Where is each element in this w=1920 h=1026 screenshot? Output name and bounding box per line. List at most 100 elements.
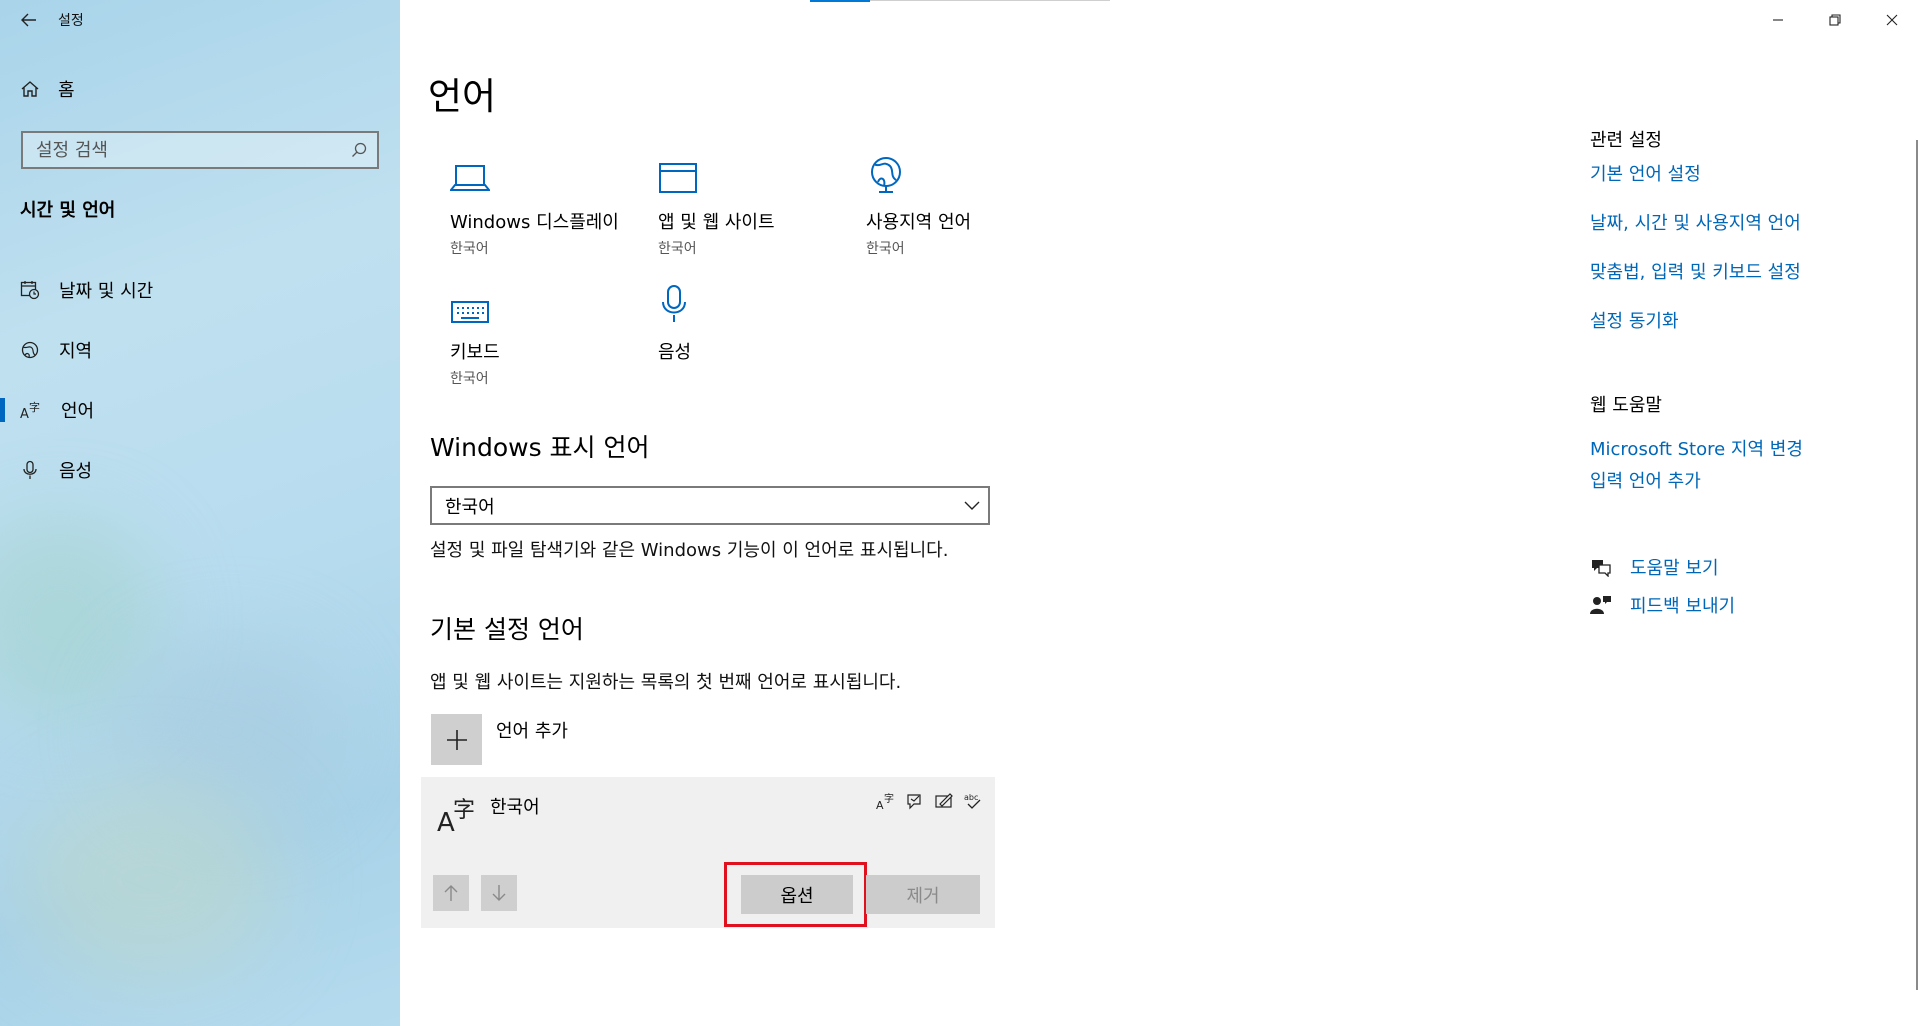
feedback-link[interactable]: 피드백 보내기 <box>1590 592 1735 618</box>
tile-regional-format[interactable]: 사용지역 언어 한국어 <box>866 150 1066 258</box>
home-icon <box>21 81 39 97</box>
tile-label: 음성 <box>658 342 692 363</box>
language-name: 한국어 <box>490 797 540 818</box>
move-up-button[interactable] <box>433 875 469 911</box>
tile-sub: 한국어 <box>866 241 905 257</box>
sidebar-item-label: 지역 <box>59 341 93 362</box>
back-arrow-icon <box>21 13 36 27</box>
link-store-region[interactable]: Microsoft Store 지역 변경 <box>1590 435 1803 461</box>
svg-text:字: 字 <box>29 400 40 414</box>
close-icon <box>1886 14 1897 26</box>
language-card-korean[interactable]: A字 한국어 A字 abc 옵션 제거 <box>421 777 995 928</box>
app-title: 설정 <box>58 13 84 29</box>
sidebar: 설정 홈 시간 및 언어 날짜 및 시간 지역 A字 언어 음성 <box>0 0 400 1026</box>
home-label: 홈 <box>58 80 75 101</box>
arrow-up-icon <box>444 885 458 901</box>
minimize-icon <box>1772 19 1783 21</box>
window-icon <box>659 163 697 193</box>
add-language-button[interactable]: 언어 추가 <box>431 714 568 765</box>
display-language-heading: Windows 표시 언어 <box>430 433 650 462</box>
svg-text:字: 字 <box>884 792 894 805</box>
tile-sub: 한국어 <box>450 241 489 257</box>
sidebar-item-label: 날짜 및 시간 <box>59 281 154 302</box>
language-icon: A字 <box>20 400 40 420</box>
preferred-language-description: 앱 및 웹 사이트는 지원하는 목록의 첫 번째 언어로 표시됩니다. <box>430 672 902 693</box>
restore-button[interactable] <box>1806 0 1863 40</box>
home-button[interactable]: 홈 <box>20 76 75 102</box>
minimize-button[interactable] <box>1749 0 1806 40</box>
help-chat-icon <box>1592 560 1611 577</box>
web-help-heading: 웹 도움말 <box>1590 395 1662 416</box>
svg-text:abc: abc <box>964 793 978 802</box>
link-date-time-region[interactable]: 날짜, 시간 및 사용지역 언어 <box>1590 209 1801 235</box>
window-controls <box>1749 0 1920 40</box>
remove-button[interactable]: 제거 <box>866 875 980 914</box>
related-settings-heading: 관련 설정 <box>1590 130 1662 151</box>
chevron-down-icon <box>964 501 980 510</box>
microphone-icon <box>662 285 686 322</box>
add-language-label: 언어 추가 <box>496 721 568 742</box>
calendar-clock-icon <box>20 281 40 300</box>
globe-icon <box>871 157 901 193</box>
tile-speech[interactable]: 음성 <box>658 280 858 368</box>
title-bar: 설정 <box>0 0 84 40</box>
top-divider <box>870 0 1110 1</box>
display-language-icon: A字 <box>876 792 894 811</box>
sidebar-item-label: 음성 <box>59 461 93 482</box>
link-basic-language-settings[interactable]: 기본 언어 설정 <box>1590 160 1701 186</box>
language-icon: A字 <box>437 798 475 835</box>
svg-text:A: A <box>876 799 884 811</box>
sidebar-item-region[interactable]: 지역 <box>0 320 400 380</box>
sidebar-item-language[interactable]: A字 언어 <box>0 380 400 440</box>
display-language-value: 한국어 <box>445 496 495 518</box>
options-button[interactable]: 옵션 <box>741 875 853 914</box>
sidebar-item-speech[interactable]: 음성 <box>0 440 400 500</box>
language-features: A字 abc <box>876 791 983 811</box>
sidebar-item-label: 언어 <box>61 401 95 422</box>
arrow-down-icon <box>492 885 506 901</box>
main-content: 언어 Windows 디스플레이 한국어 앱 및 웹 사이트 한국어 사용지역 … <box>400 0 1920 1026</box>
restore-icon <box>1828 14 1841 26</box>
speech-icon <box>907 794 921 810</box>
tile-apps-websites[interactable]: 앱 및 웹 사이트 한국어 <box>658 150 858 258</box>
tile-keyboard[interactable]: 키보드 한국어 <box>450 280 650 388</box>
microphone-icon <box>23 460 37 479</box>
section-title: 시간 및 언어 <box>20 200 116 221</box>
laptop-icon <box>450 165 490 191</box>
display-language-select[interactable]: 한국어 <box>430 486 990 525</box>
nav-list: 날짜 및 시간 지역 A字 언어 음성 <box>0 260 400 500</box>
search-box[interactable] <box>21 131 379 169</box>
feedback-icon <box>1590 596 1611 614</box>
search-input[interactable] <box>36 139 336 161</box>
feedback-label: 피드백 보내기 <box>1630 596 1736 617</box>
get-help-link[interactable]: 도움말 보기 <box>1590 554 1719 580</box>
back-button[interactable] <box>0 0 58 40</box>
background-blur <box>20 780 280 980</box>
link-sync-settings[interactable]: 설정 동기화 <box>1590 307 1679 333</box>
spellcheck-icon: abc <box>964 793 981 809</box>
tile-windows-display[interactable]: Windows 디스플레이 한국어 <box>450 150 650 258</box>
globe-region-icon <box>21 341 39 359</box>
tile-sub: 한국어 <box>658 241 697 257</box>
search-icon[interactable] <box>351 142 367 158</box>
page-title: 언어 <box>428 75 497 118</box>
svg-text:A: A <box>20 407 29 420</box>
sidebar-item-date-time[interactable]: 날짜 및 시간 <box>0 260 400 320</box>
link-add-input-language[interactable]: 입력 언어 추가 <box>1590 467 1701 493</box>
preferred-language-heading: 기본 설정 언어 <box>430 615 584 644</box>
tile-label: 앱 및 웹 사이트 <box>658 212 775 233</box>
tile-label: 사용지역 언어 <box>866 212 972 233</box>
scrollbar[interactable] <box>1916 140 1918 990</box>
link-spelling-typing-keyboard[interactable]: 맞춤법, 입력 및 키보드 설정 <box>1590 258 1801 284</box>
tile-label: Windows 디스플레이 <box>450 212 619 233</box>
plus-icon <box>431 714 482 765</box>
tile-label: 키보드 <box>450 342 500 363</box>
tile-sub: 한국어 <box>450 371 489 387</box>
close-button[interactable] <box>1863 0 1920 40</box>
keyboard-icon <box>451 301 489 323</box>
display-language-description: 설정 및 파일 탐색기와 같은 Windows 기능이 이 언어로 표시됩니다. <box>430 540 949 561</box>
top-accent-line <box>810 0 870 2</box>
svg-text:字: 字 <box>453 798 475 823</box>
move-down-button[interactable] <box>481 875 517 911</box>
get-help-label: 도움말 보기 <box>1630 558 1719 579</box>
